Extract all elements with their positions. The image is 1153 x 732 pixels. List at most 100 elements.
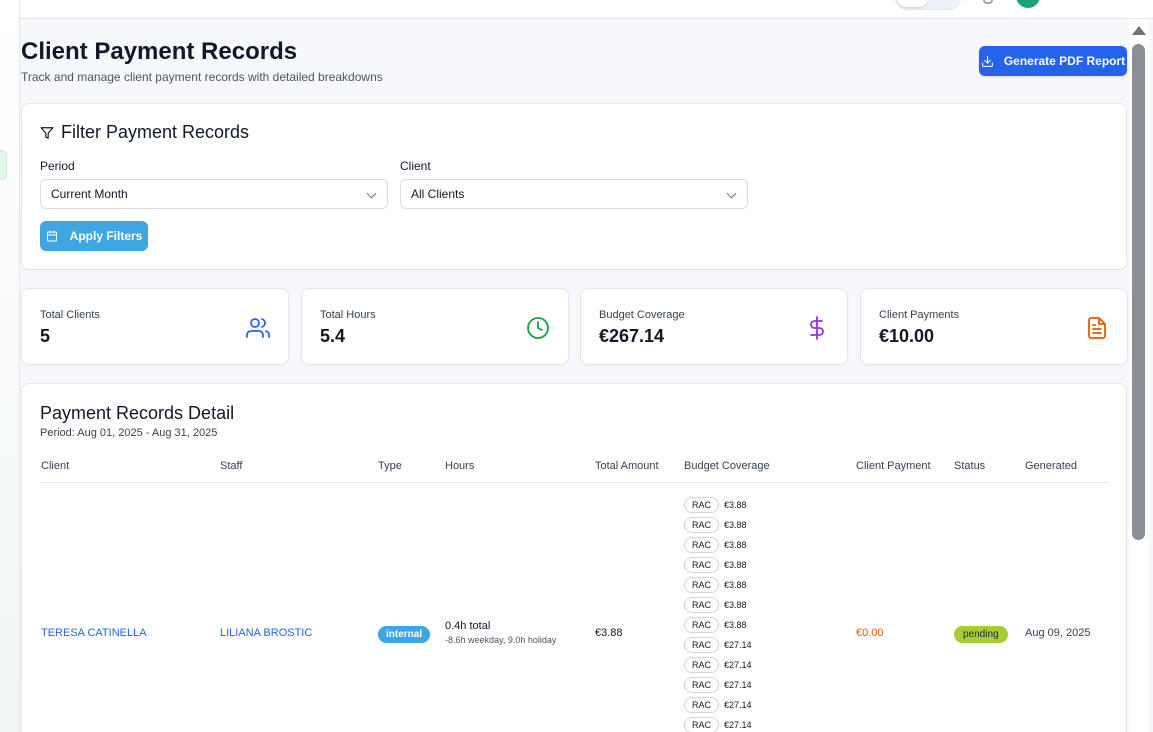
file-text-icon <box>1088 317 1106 339</box>
filter-card: Filter Payment Records Period Current Mo… <box>21 103 1127 270</box>
coverage-tag: RAC <box>684 556 720 573</box>
coverage-item: RAC €27.14 <box>684 716 752 732</box>
period-select[interactable]: Current Month <box>40 179 388 209</box>
table-header-divider <box>40 482 1109 483</box>
stat-label: Total Clients <box>40 309 100 321</box>
coverage-tag: RAC <box>684 516 720 533</box>
stat-card-total-hours: Total Hours 5.4 <box>301 288 569 365</box>
stat-label: Total Hours <box>320 309 376 321</box>
payment-records-card: Payment Records Detail Period: Aug 01, 2… <box>21 383 1127 732</box>
stat-value: €10.00 <box>879 326 935 346</box>
dollar-icon <box>810 316 824 340</box>
coverage-tag: RAC <box>684 676 720 693</box>
users-icon <box>246 318 270 338</box>
coverage-item: RAC €27.14 <box>684 676 752 693</box>
period-label: Period <box>40 159 75 173</box>
column-header-client-payment[interactable]: Client Payment <box>856 460 931 472</box>
coverage-item: RAC €3.88 <box>684 516 747 533</box>
coverage-amount: €3.88 <box>724 579 747 590</box>
stat-card-client-payments: Client Payments €10.00 <box>860 288 1128 365</box>
coverage-item: RAC €3.88 <box>684 536 747 553</box>
coverage-tag: RAC <box>684 716 720 732</box>
stat-value: 5 <box>40 326 51 346</box>
column-header-staff[interactable]: Staff <box>220 460 242 472</box>
coverage-tag: RAC <box>684 496 720 513</box>
coverage-amount: €3.88 <box>724 539 747 550</box>
generated-date: Aug 09, 2025 <box>1025 627 1091 639</box>
staff-name-link[interactable]: LILIANA BROSTIC <box>220 627 312 639</box>
column-header-hours[interactable]: Hours <box>445 460 474 472</box>
calendar-icon <box>46 230 57 242</box>
detail-title: Payment Records Detail <box>40 403 235 423</box>
scroll-thumb[interactable] <box>1132 44 1145 540</box>
main-content: Client Payment Records Track and manage … <box>21 20 1128 732</box>
scrollbar[interactable] <box>1129 20 1149 732</box>
clock-icon <box>527 317 549 339</box>
column-header-total-amount[interactable]: Total Amount <box>595 460 659 472</box>
coverage-tag: RAC <box>684 616 720 633</box>
generate-pdf-button[interactable]: Generate PDF Report <box>979 46 1127 76</box>
coverage-tag: RAC <box>684 596 720 613</box>
hours-breakdown: -8.6h weekday, 9.0h holiday <box>445 635 557 645</box>
stat-value: 5.4 <box>320 326 346 346</box>
sidebar-edge <box>0 0 20 732</box>
top-bar <box>0 0 1153 19</box>
column-header-budget-coverage[interactable]: Budget Coverage <box>684 460 770 472</box>
column-header-type[interactable]: Type <box>378 460 402 472</box>
coverage-tag: RAC <box>684 696 720 713</box>
download-icon <box>981 55 993 67</box>
client-name-link[interactable]: TERESA CATINELLA <box>41 627 147 639</box>
filter-title-text: Filter Payment Records <box>61 122 250 142</box>
coverage-amount: €3.88 <box>724 499 747 510</box>
page-subtitle: Track and manage client payment records … <box>21 70 383 84</box>
stat-card-total-clients: Total Clients 5 <box>21 288 289 365</box>
column-header-status[interactable]: Status <box>954 460 985 472</box>
column-header-client[interactable]: Client <box>41 460 69 472</box>
coverage-item: RAC €3.88 <box>684 496 747 513</box>
coverage-item: RAC €27.14 <box>684 656 752 673</box>
coverage-tag: RAC <box>684 656 720 673</box>
coverage-item: RAC €3.88 <box>684 616 747 633</box>
coverage-amount: €27.14 <box>724 659 752 670</box>
coverage-amount: €3.88 <box>724 619 747 630</box>
coverage-amount: €3.88 <box>724 599 747 610</box>
detail-period: Period: Aug 01, 2025 - Aug 31, 2025 <box>40 427 218 439</box>
generate-pdf-label: Generate PDF Report <box>1003 54 1126 68</box>
notification-icon[interactable] <box>983 0 993 4</box>
status-badge: pending <box>954 626 1008 643</box>
chevron-down-icon <box>726 188 737 199</box>
chevron-down-icon <box>366 188 377 199</box>
column-header-generated[interactable]: Generated <box>1025 460 1077 472</box>
coverage-tag: RAC <box>684 576 720 593</box>
stat-label: Budget Coverage <box>599 309 685 321</box>
toggle-knob <box>898 0 928 7</box>
coverage-amount: €3.88 <box>724 559 747 570</box>
avatar[interactable] <box>1016 0 1040 8</box>
filter-title: Filter Payment Records <box>40 122 249 143</box>
scroll-up-arrow-icon[interactable] <box>1132 26 1146 35</box>
coverage-amount: €27.14 <box>724 639 752 650</box>
client-payment-amount: €0.00 <box>856 627 884 639</box>
coverage-item: RAC €27.14 <box>684 696 752 713</box>
stat-value: €267.14 <box>599 326 665 346</box>
filter-icon <box>40 126 54 139</box>
client-label: Client <box>400 159 431 173</box>
sidebar-active-tab[interactable] <box>0 150 7 180</box>
client-select[interactable]: All Clients <box>400 179 748 209</box>
stat-label: Client Payments <box>879 309 960 321</box>
coverage-amount: €3.88 <box>724 519 747 530</box>
coverage-amount: €27.14 <box>724 679 752 690</box>
page-title: Client Payment Records <box>21 38 298 65</box>
hours-total: 0.4h total <box>445 620 491 632</box>
total-amount: €3.88 <box>595 627 623 639</box>
stat-card-budget-coverage: Budget Coverage €267.14 <box>580 288 848 365</box>
coverage-tag: RAC <box>684 636 720 653</box>
theme-toggle[interactable] <box>895 0 961 10</box>
period-value: Current Month <box>51 187 128 201</box>
apply-filters-button[interactable]: Apply Filters <box>40 221 148 251</box>
coverage-item: RAC €27.14 <box>684 636 752 653</box>
apply-filters-label: Apply Filters <box>69 229 143 243</box>
coverage-amount: €27.14 <box>724 719 752 730</box>
coverage-item: RAC €3.88 <box>684 556 747 573</box>
type-badge: internal <box>378 626 431 643</box>
